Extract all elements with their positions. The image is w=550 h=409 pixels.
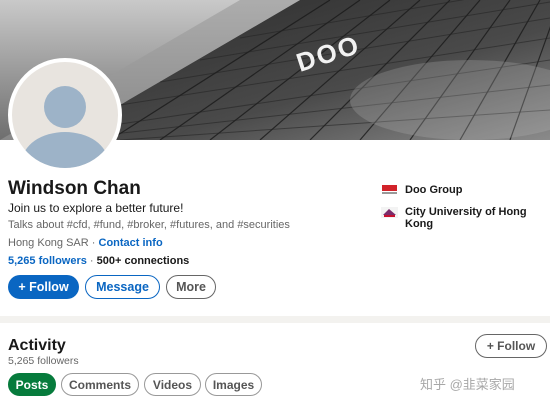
- zhihu-watermark: 知乎 @韭菜家园: [420, 377, 515, 392]
- connections-count[interactable]: 500+: [97, 255, 122, 267]
- activity-card: Activity 5,265 followers + Follow Posts …: [0, 323, 550, 409]
- profile-card: DOO Windson Chan Join us to explore a be…: [0, 0, 550, 316]
- profile-avatar[interactable]: [8, 58, 122, 172]
- tab-images[interactable]: Images: [205, 373, 262, 396]
- location-row: Hong Kong SAR · Contact info: [8, 237, 163, 249]
- followers-link[interactable]: 5,265 followers: [8, 255, 87, 267]
- company-name: City University of Hong Kong: [405, 206, 527, 230]
- tab-posts[interactable]: Posts: [8, 373, 56, 396]
- profile-location: Hong Kong SAR: [8, 237, 89, 249]
- follow-button[interactable]: + Follow: [8, 275, 79, 299]
- cityu-logo-icon: [381, 207, 398, 218]
- activity-followers: 5,265 followers: [8, 355, 79, 367]
- profile-talks-about: Talks about #cfd, #fund, #broker, #futur…: [8, 219, 290, 231]
- profile-headline: Join us to explore a better future!: [8, 201, 184, 215]
- contact-info-link[interactable]: Contact info: [99, 237, 163, 249]
- company-name: Doo Group: [405, 184, 463, 196]
- activity-title: Activity: [8, 337, 66, 354]
- stats-separator: ·: [86, 255, 97, 267]
- location-separator: ·: [88, 237, 99, 249]
- profile-name: Windson Chan: [8, 178, 141, 199]
- tab-videos[interactable]: Videos: [144, 373, 201, 396]
- activity-follow-button[interactable]: + Follow: [475, 334, 547, 358]
- doo-group-logo-icon: [382, 185, 397, 194]
- message-button[interactable]: Message: [85, 275, 160, 299]
- avatar-placeholder-body: [22, 132, 108, 168]
- connections-suffix: connections: [121, 255, 190, 267]
- more-button[interactable]: More: [166, 275, 216, 299]
- stats-row: 5,265 followers · 500+ connections: [8, 255, 189, 267]
- avatar-placeholder-head: [44, 86, 86, 128]
- tab-comments[interactable]: Comments: [61, 373, 139, 396]
